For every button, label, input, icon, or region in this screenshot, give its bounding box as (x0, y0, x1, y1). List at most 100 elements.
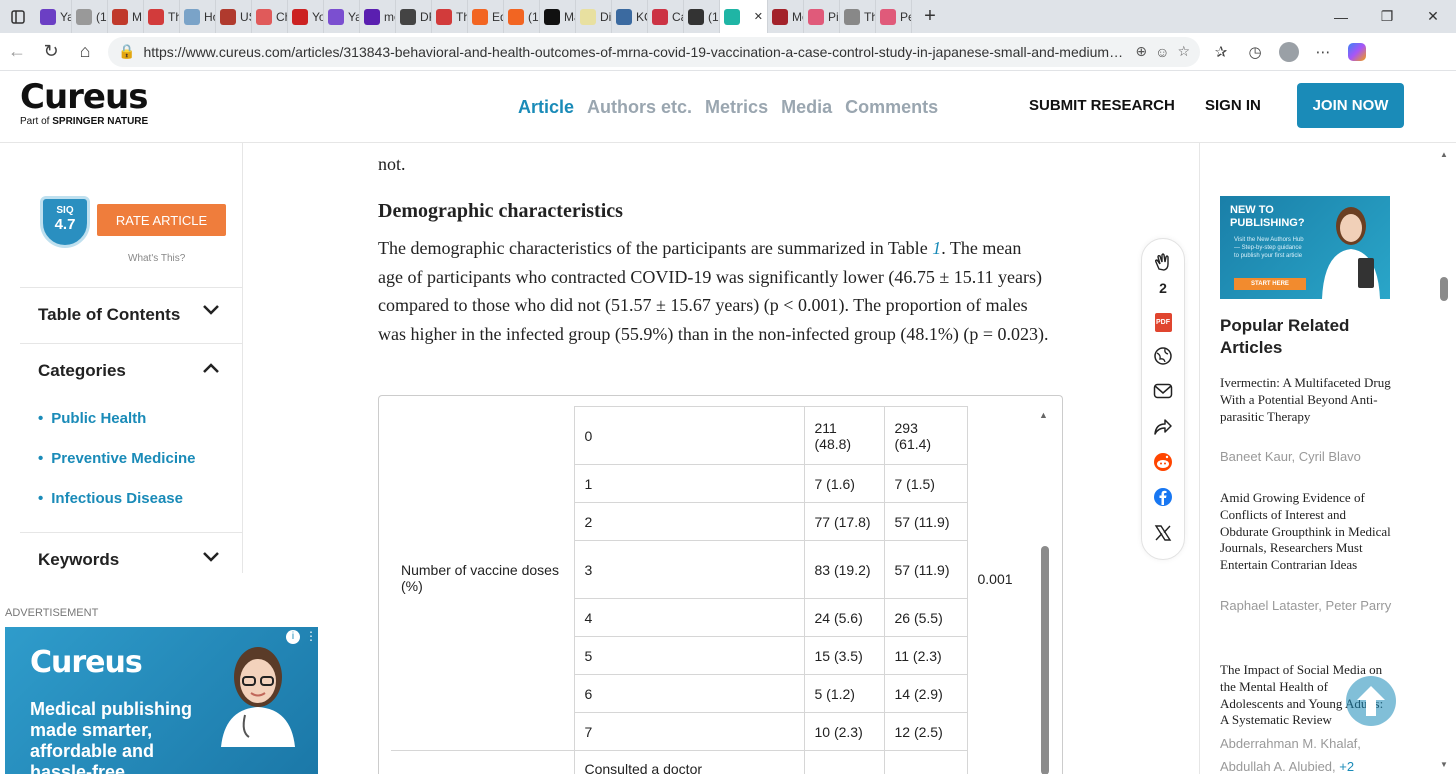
cureus-logo[interactable]: Cureus Part of SPRINGER NATURE (20, 79, 148, 127)
table-scrollbar-thumb[interactable] (1041, 546, 1049, 774)
keywords-heading[interactable]: Keywords (38, 550, 119, 570)
favorites-icon[interactable]: ✰ (1206, 37, 1236, 67)
table-scroll-up-icon[interactable]: ▲ (1039, 410, 1048, 420)
email-icon[interactable] (1152, 380, 1174, 402)
zoom-icon[interactable]: ⊕ (1135, 43, 1147, 60)
nav-metrics[interactable]: Metrics (705, 97, 768, 118)
chevron-down-icon[interactable] (202, 303, 220, 320)
browser-tab[interactable]: Che (252, 0, 288, 33)
more-authors-link[interactable]: +2 (1339, 759, 1354, 774)
tab-title: KCl (636, 9, 647, 24)
toc-heading[interactable]: Table of Contents (38, 305, 180, 325)
join-now-button[interactable]: JOIN NOW (1297, 83, 1404, 128)
browser-tab[interactable]: Edit (468, 0, 504, 33)
browser-tab[interactable]: Hov (180, 0, 216, 33)
share-icon[interactable] (1152, 416, 1174, 438)
x-twitter-icon[interactable] (1152, 522, 1174, 544)
browser-tab[interactable]: Car (648, 0, 684, 33)
categories-heading[interactable]: Categories (38, 361, 126, 381)
maximize-icon[interactable]: ❐ (1364, 0, 1410, 33)
whats-this-link[interactable]: What's This? (128, 253, 185, 264)
promo-doctor-image (1322, 207, 1380, 299)
browser-tab[interactable]: KCl (612, 0, 648, 33)
browser-tab[interactable]: mo (360, 0, 396, 33)
rate-article-button[interactable]: RATE ARTICLE (97, 204, 226, 236)
page-scroll-down-icon[interactable]: ▼ (1440, 760, 1448, 769)
right-sidebar: NEW TO PUBLISHING? Visit the New Authors… (1199, 143, 1424, 774)
category-preventive-medicine[interactable]: Preventive Medicine (38, 450, 195, 467)
globe-icon[interactable] (1152, 345, 1174, 367)
advertisement-banner[interactable]: Cureus Medical publishing made smarter, … (5, 627, 318, 774)
back-icon[interactable]: ← (0, 35, 34, 69)
home-icon[interactable]: ⌂ (68, 35, 102, 69)
noninfected-cell: 57 (11.9) (883, 540, 968, 599)
browser-tab[interactable]: (10( (504, 0, 540, 33)
nav-authors[interactable]: Authors etc. (587, 97, 692, 118)
reddit-icon[interactable] (1152, 451, 1174, 473)
tab-favicon-icon (436, 8, 452, 25)
chevron-down-icon[interactable] (202, 550, 220, 567)
submit-research-link[interactable]: SUBMIT RESEARCH (1029, 97, 1175, 114)
infected-cell: 211 (48.8) (803, 406, 885, 465)
clap-icon[interactable] (1152, 251, 1174, 273)
nav-media[interactable]: Media (781, 97, 832, 118)
page-scroll-up-icon[interactable]: ▲ (1440, 150, 1448, 159)
table-1-link[interactable]: 1 (932, 238, 941, 258)
pdf-icon[interactable]: PDF (1152, 311, 1174, 333)
browser-tab[interactable]: Tha (432, 0, 468, 33)
authors-text: Raphael Lataster, Peter Parry (1220, 598, 1392, 613)
tab-favicon-icon (508, 8, 524, 25)
tab-actions-icon[interactable] (0, 0, 36, 33)
ad-options-icon[interactable]: ⋮ (305, 629, 317, 643)
page-scrollbar-track[interactable] (1441, 143, 1456, 774)
browser-tab[interactable]: Ma (540, 0, 576, 33)
minimize-icon[interactable]: — (1318, 0, 1364, 33)
tab-favicon-icon (844, 8, 860, 25)
browser-tab[interactable]: MIT (108, 0, 144, 33)
new-authors-promo[interactable]: NEW TO PUBLISHING? Visit the New Authors… (1220, 196, 1390, 299)
browser-tab[interactable]: DR (396, 0, 432, 33)
browser-tab[interactable]: US/ (216, 0, 252, 33)
browser-tab[interactable]: You (288, 0, 324, 33)
browser-tab[interactable]: (10( (72, 0, 108, 33)
nav-article[interactable]: Article (518, 97, 574, 118)
favorite-star-icon[interactable]: ☆ (1177, 43, 1190, 60)
start-here-button[interactable]: START HERE (1234, 278, 1306, 290)
browser-tab[interactable]: (10( (684, 0, 720, 33)
copilot-icon[interactable] (1342, 37, 1372, 67)
more-menu-icon[interactable]: ⋯ (1308, 37, 1338, 67)
category-public-health[interactable]: Public Health (38, 410, 146, 427)
close-icon[interactable]: ✕ (1410, 0, 1456, 33)
browser-tab[interactable]: Din (576, 0, 612, 33)
facebook-icon[interactable] (1152, 486, 1174, 508)
browser-tab[interactable]: Pin (804, 0, 840, 33)
sign-in-link[interactable]: SIGN IN (1205, 97, 1261, 114)
lock-icon[interactable]: 🔒 (118, 43, 135, 60)
siq-score: 4.7 (54, 216, 76, 233)
chevron-up-icon[interactable] (202, 361, 220, 378)
profile-avatar[interactable] (1274, 37, 1304, 67)
browser-tab[interactable]: The (840, 0, 876, 33)
scroll-to-top-button[interactable] (1346, 676, 1396, 726)
table-1-container[interactable]: Number of vaccine doses (%) 0 211 (48.8) 29… (378, 395, 1063, 774)
related-article-title[interactable]: Amid Growing Evidence of Conflicts of In… (1220, 490, 1392, 574)
reading-icon[interactable]: ☺ (1155, 44, 1169, 60)
url-field[interactable]: 🔒 https://www.cureus.com/articles/313843… (108, 36, 1200, 67)
browser-tab[interactable]: ✕ (720, 0, 768, 33)
browser-tab[interactable]: Yah (36, 0, 72, 33)
history-icon[interactable]: ◷ (1240, 37, 1270, 67)
page-scrollbar-thumb[interactable] (1440, 277, 1448, 301)
related-article-title[interactable]: Ivermectin: A Multifaceted Drug With a P… (1220, 375, 1392, 425)
new-tab-button[interactable]: + (912, 0, 948, 33)
close-tab-icon[interactable]: ✕ (754, 10, 763, 23)
noninfected-cell: 14 (2.9) (883, 674, 968, 713)
nav-comments[interactable]: Comments (845, 97, 938, 118)
tab-favicon-icon (724, 8, 740, 25)
ad-info-icon[interactable]: i (286, 630, 300, 644)
browser-tab[interactable]: Pet (876, 0, 912, 33)
browser-tab[interactable]: Tha (144, 0, 180, 33)
refresh-icon[interactable]: ↻ (34, 35, 68, 69)
category-infectious-disease[interactable]: Infectious Disease (38, 490, 183, 507)
browser-tab[interactable]: Yah (324, 0, 360, 33)
browser-tab[interactable]: Mo (768, 0, 804, 33)
